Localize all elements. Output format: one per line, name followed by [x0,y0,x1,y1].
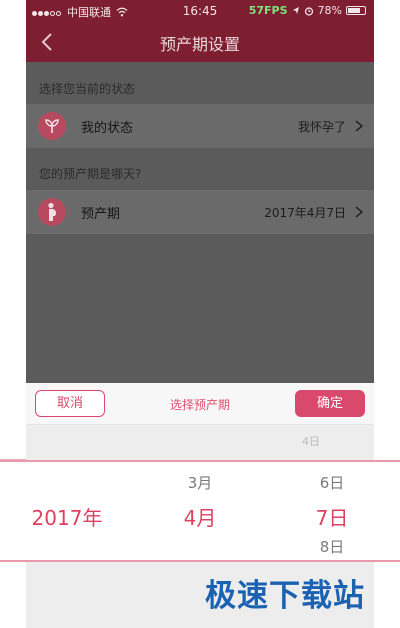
due-date-row-value: 2017年4月7日 [264,206,346,220]
chevron-right-icon [355,120,364,132]
date-picker-wheel[interactable]: 2017年 3月 4月 6日 7日 8日 [0,460,400,562]
pregnant-mother-icon [38,198,66,226]
sprout-icon [38,112,66,140]
screen: 中国联通 16:45 57FPS 78% 预产期设置 选择您当前的状态 我的状态 [0,0,400,628]
battery-percent: 78% [317,4,342,17]
picker-year-selected[interactable]: 2017年 [22,502,112,531]
status-row-value: 我怀孕了 [297,120,346,134]
status-row-label: 我的状态 [81,121,134,136]
nav-bar: 预产期设置 [26,22,374,62]
picker-day-below[interactable]: 8日 [302,536,362,557]
picker-day-selected[interactable]: 7日 [302,502,362,531]
picker-faded-day: 4日 [302,435,320,448]
section-header-due-date: 您的预产期是哪天? [39,167,142,181]
picker-toolbar: 取消 选择预产期 确定 [26,383,374,425]
page-title: 预产期设置 [159,35,240,54]
fps-counter: 57FPS [248,4,288,17]
picker-day-above[interactable]: 6日 [302,472,362,493]
confirm-button[interactable]: 确定 [295,390,365,417]
chevron-right-icon [355,206,364,218]
due-date-row-label: 预产期 [81,207,121,222]
status-row[interactable]: 我的状态 我怀孕了 [26,104,374,148]
watermark-logo: 极速下载站 [205,578,365,614]
picker-month-selected[interactable]: 4月 [170,502,230,531]
battery-icon [346,6,366,15]
status-bar: 中国联通 16:45 57FPS 78% [26,0,374,22]
location-icon [292,7,299,14]
section-header-status: 选择您当前的状态 [39,82,136,96]
status-right: 57FPS 78% [249,4,366,17]
picker-month-above[interactable]: 3月 [170,472,230,493]
alarm-icon [304,6,313,16]
due-date-row[interactable]: 预产期 2017年4月7日 [26,190,374,234]
battery-fill [348,8,361,13]
